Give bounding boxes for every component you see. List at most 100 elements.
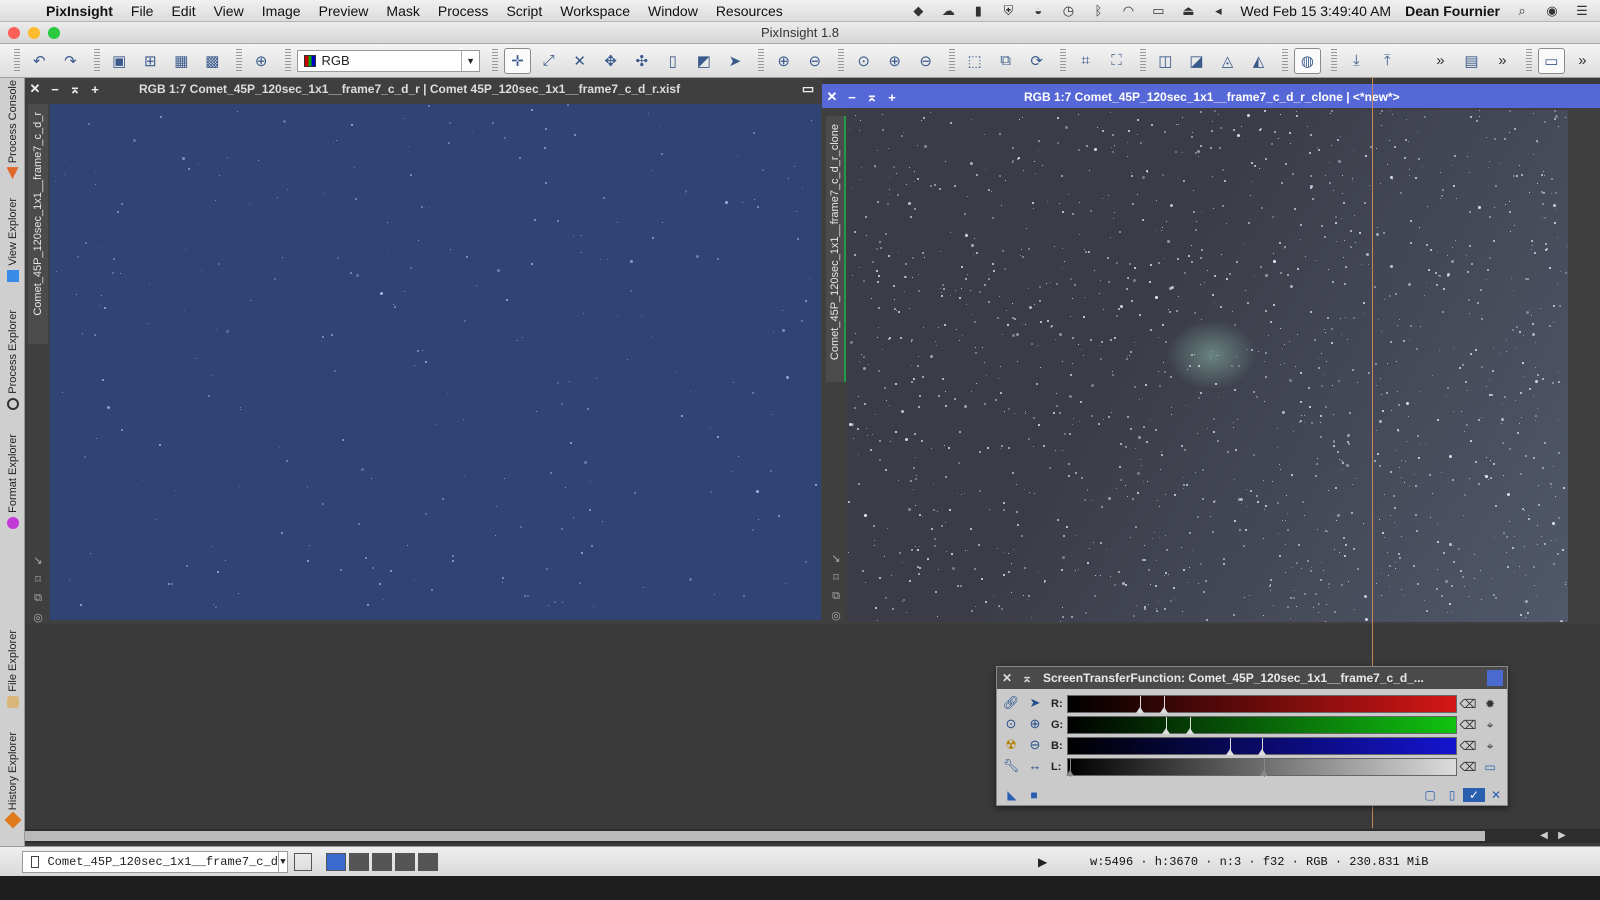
crop-icon[interactable]: ⌗ <box>1072 48 1099 74</box>
scroll-left-icon[interactable]: ◀ <box>1537 829 1551 843</box>
stf-panel[interactable]: ✕ ⌅ ScreenTransferFunction: Comet_45P_12… <box>996 666 1508 806</box>
redo-icon[interactable]: ↷ <box>57 48 84 74</box>
stf-slider-g[interactable] <box>1067 716 1457 735</box>
new-image-icon[interactable]: ⊞ <box>137 48 164 74</box>
close-icon[interactable]: ✕ <box>997 671 1017 685</box>
pointer-icon[interactable]: ➤ <box>721 48 748 74</box>
close-window-button[interactable] <box>8 27 20 39</box>
readout-icon[interactable]: ▯ <box>659 48 686 74</box>
overflow-chevron-icon[interactable]: » <box>1569 48 1596 74</box>
image-canvas-2[interactable] <box>847 110 1568 622</box>
image-canvas-1[interactable] <box>50 104 821 620</box>
mask-new-icon[interactable]: ◫ <box>1152 48 1179 74</box>
apply-global-icon[interactable]: ■ <box>1023 788 1045 802</box>
siri-icon[interactable]: ◉ <box>1544 4 1560 18</box>
toolbar-grip[interactable] <box>949 48 956 73</box>
new-window-icon[interactable]: ⊕ <box>248 48 275 74</box>
edit-preview-icon[interactable]: ◩ <box>690 48 717 74</box>
apple-icon[interactable] <box>14 2 32 20</box>
search-icon[interactable]: ⌕ <box>1514 4 1530 18</box>
stf-titlebar[interactable]: ✕ ⌅ ScreenTransferFunction: Comet_45P_12… <box>997 667 1507 689</box>
preview-icon[interactable]: ▢ <box>1419 788 1441 802</box>
fit-view-icon[interactable]: ⤢ <box>535 48 562 74</box>
reset-icon[interactable]: ⌫ <box>1457 697 1479 711</box>
horizontal-arrows-icon[interactable]: ↔ <box>1025 758 1045 776</box>
mode-red-icon[interactable] <box>349 852 369 871</box>
tab-file-explorer[interactable]: File Explorer <box>0 630 25 708</box>
user-name[interactable]: Dean Fournier <box>1405 3 1500 19</box>
mode-green-icon[interactable] <box>372 852 392 871</box>
menu-mask[interactable]: Mask <box>386 3 419 19</box>
toolbar-grip[interactable] <box>14 48 20 73</box>
toolbar-grip[interactable] <box>284 48 291 73</box>
radiation-icon[interactable]: ☢ <box>1001 737 1021 755</box>
drive-icon[interactable]: ◒ <box>1030 4 1046 18</box>
shade-icon[interactable]: ⌅ <box>862 89 882 105</box>
target-icon[interactable]: ◎ <box>33 611 43 624</box>
notification-list-icon[interactable]: ☰ <box>1574 4 1590 18</box>
reset-all-icon[interactable]: ✕ <box>1485 788 1507 802</box>
monitor-icon[interactable]: ▭ <box>1479 760 1501 774</box>
mode-blue-icon[interactable] <box>395 852 415 871</box>
preview-icon[interactable]: ⬚ <box>961 48 988 74</box>
rgb-channels-icon[interactable]: ▩ <box>199 48 226 74</box>
screen-stretch-icon[interactable]: ◍ <box>1293 47 1321 74</box>
color-space-select[interactable]: RGB ▼ <box>296 49 481 72</box>
maximize-icon[interactable]: + <box>882 90 902 105</box>
dropbox-icon[interactable]: ◆ <box>910 4 926 18</box>
reset-icon[interactable]: ⌫ <box>1457 760 1479 774</box>
tab-process-console[interactable]: Process Console <box>0 80 25 180</box>
mask-icon[interactable]: ↘ <box>33 554 42 567</box>
mode-lum-icon[interactable] <box>418 852 438 871</box>
minimize-window-button[interactable] <box>28 27 40 39</box>
view-id-tab-1[interactable]: Comet_45P_120sec_1x1__frame7_c_d_r <box>28 104 48 344</box>
notes-icon[interactable]: ▮ <box>970 4 986 18</box>
toolbar-grip[interactable] <box>492 48 498 73</box>
stf-slider-r[interactable] <box>1067 695 1457 714</box>
wifi-icon[interactable]: ◠ <box>1120 4 1136 18</box>
chevron-down-icon[interactable]: ▼ <box>461 50 479 71</box>
tab-history-explorer[interactable]: History Explorer <box>0 732 25 829</box>
fullscreen-icon[interactable]: ⛶ <box>1103 48 1130 74</box>
play-icon[interactable]: ▶ <box>1038 855 1047 869</box>
undo-icon[interactable]: ↶ <box>26 48 53 74</box>
eject-icon[interactable]: ⏏ <box>1180 4 1196 18</box>
view-id-tab-2[interactable]: Comet_45P_120sec_1x1__frame7_c_d_r_clone <box>826 116 846 382</box>
rotate-icon[interactable]: ⟳ <box>1023 48 1050 74</box>
new-instance-icon[interactable]: ◣ <box>1001 788 1023 802</box>
view-mode-icon[interactable] <box>294 852 312 871</box>
volume-icon[interactable]: ◂ <box>1210 4 1226 18</box>
menu-workspace[interactable]: Workspace <box>560 3 630 19</box>
toolbar-grip[interactable] <box>235 48 242 73</box>
cloud-icon[interactable]: ☁ <box>940 4 956 18</box>
overflow-chevron-icon[interactable]: » <box>1427 48 1454 74</box>
zoom-in-icon[interactable]: ⊕ <box>1025 716 1045 734</box>
airplay-icon[interactable]: ▭ <box>1150 4 1166 18</box>
upload-icon[interactable]: ⤒ <box>1374 48 1401 74</box>
mode-rgb-icon[interactable] <box>326 852 346 871</box>
toolbar-grip[interactable] <box>1060 48 1066 73</box>
apply-checkmark-icon[interactable]: ✓ <box>1463 788 1485 802</box>
toolbar-grip[interactable] <box>838 48 845 73</box>
chevron-down-icon[interactable]: ▼ <box>277 851 287 872</box>
tab-format-explorer[interactable]: Format Explorer <box>0 434 25 529</box>
stf-slider-l[interactable] <box>1066 758 1457 777</box>
zoom-in-icon[interactable]: ⊕ <box>770 48 797 74</box>
view-selector[interactable]: Comet_45P_120sec_1x1__frame7_c_d ▼ <box>22 850 288 873</box>
time-machine-icon[interactable]: ◷ <box>1060 4 1076 18</box>
shade-icon[interactable]: ⌅ <box>65 81 85 97</box>
clock[interactable]: Wed Feb 15 3:49:40 AM <box>1240 3 1391 19</box>
menu-view[interactable]: View <box>214 3 244 19</box>
center-icon[interactable]: ✣ <box>628 48 655 74</box>
menu-process[interactable]: Process <box>438 3 489 19</box>
document-icon[interactable]: ▯ <box>1441 788 1463 802</box>
toolbar-grip[interactable] <box>1140 48 1146 73</box>
menu-image[interactable]: Image <box>262 3 301 19</box>
wrench-icon[interactable]: 🔧︎ <box>1001 758 1021 776</box>
toolbar-grip[interactable] <box>93 48 100 73</box>
reset-icon[interactable]: ⌫ <box>1457 718 1479 732</box>
close-icon[interactable]: ✕ <box>822 89 842 105</box>
monitor-icon[interactable]: ▭ <box>1537 47 1565 74</box>
menu-file[interactable]: File <box>131 3 154 19</box>
toolbar-grip[interactable] <box>1330 48 1337 73</box>
